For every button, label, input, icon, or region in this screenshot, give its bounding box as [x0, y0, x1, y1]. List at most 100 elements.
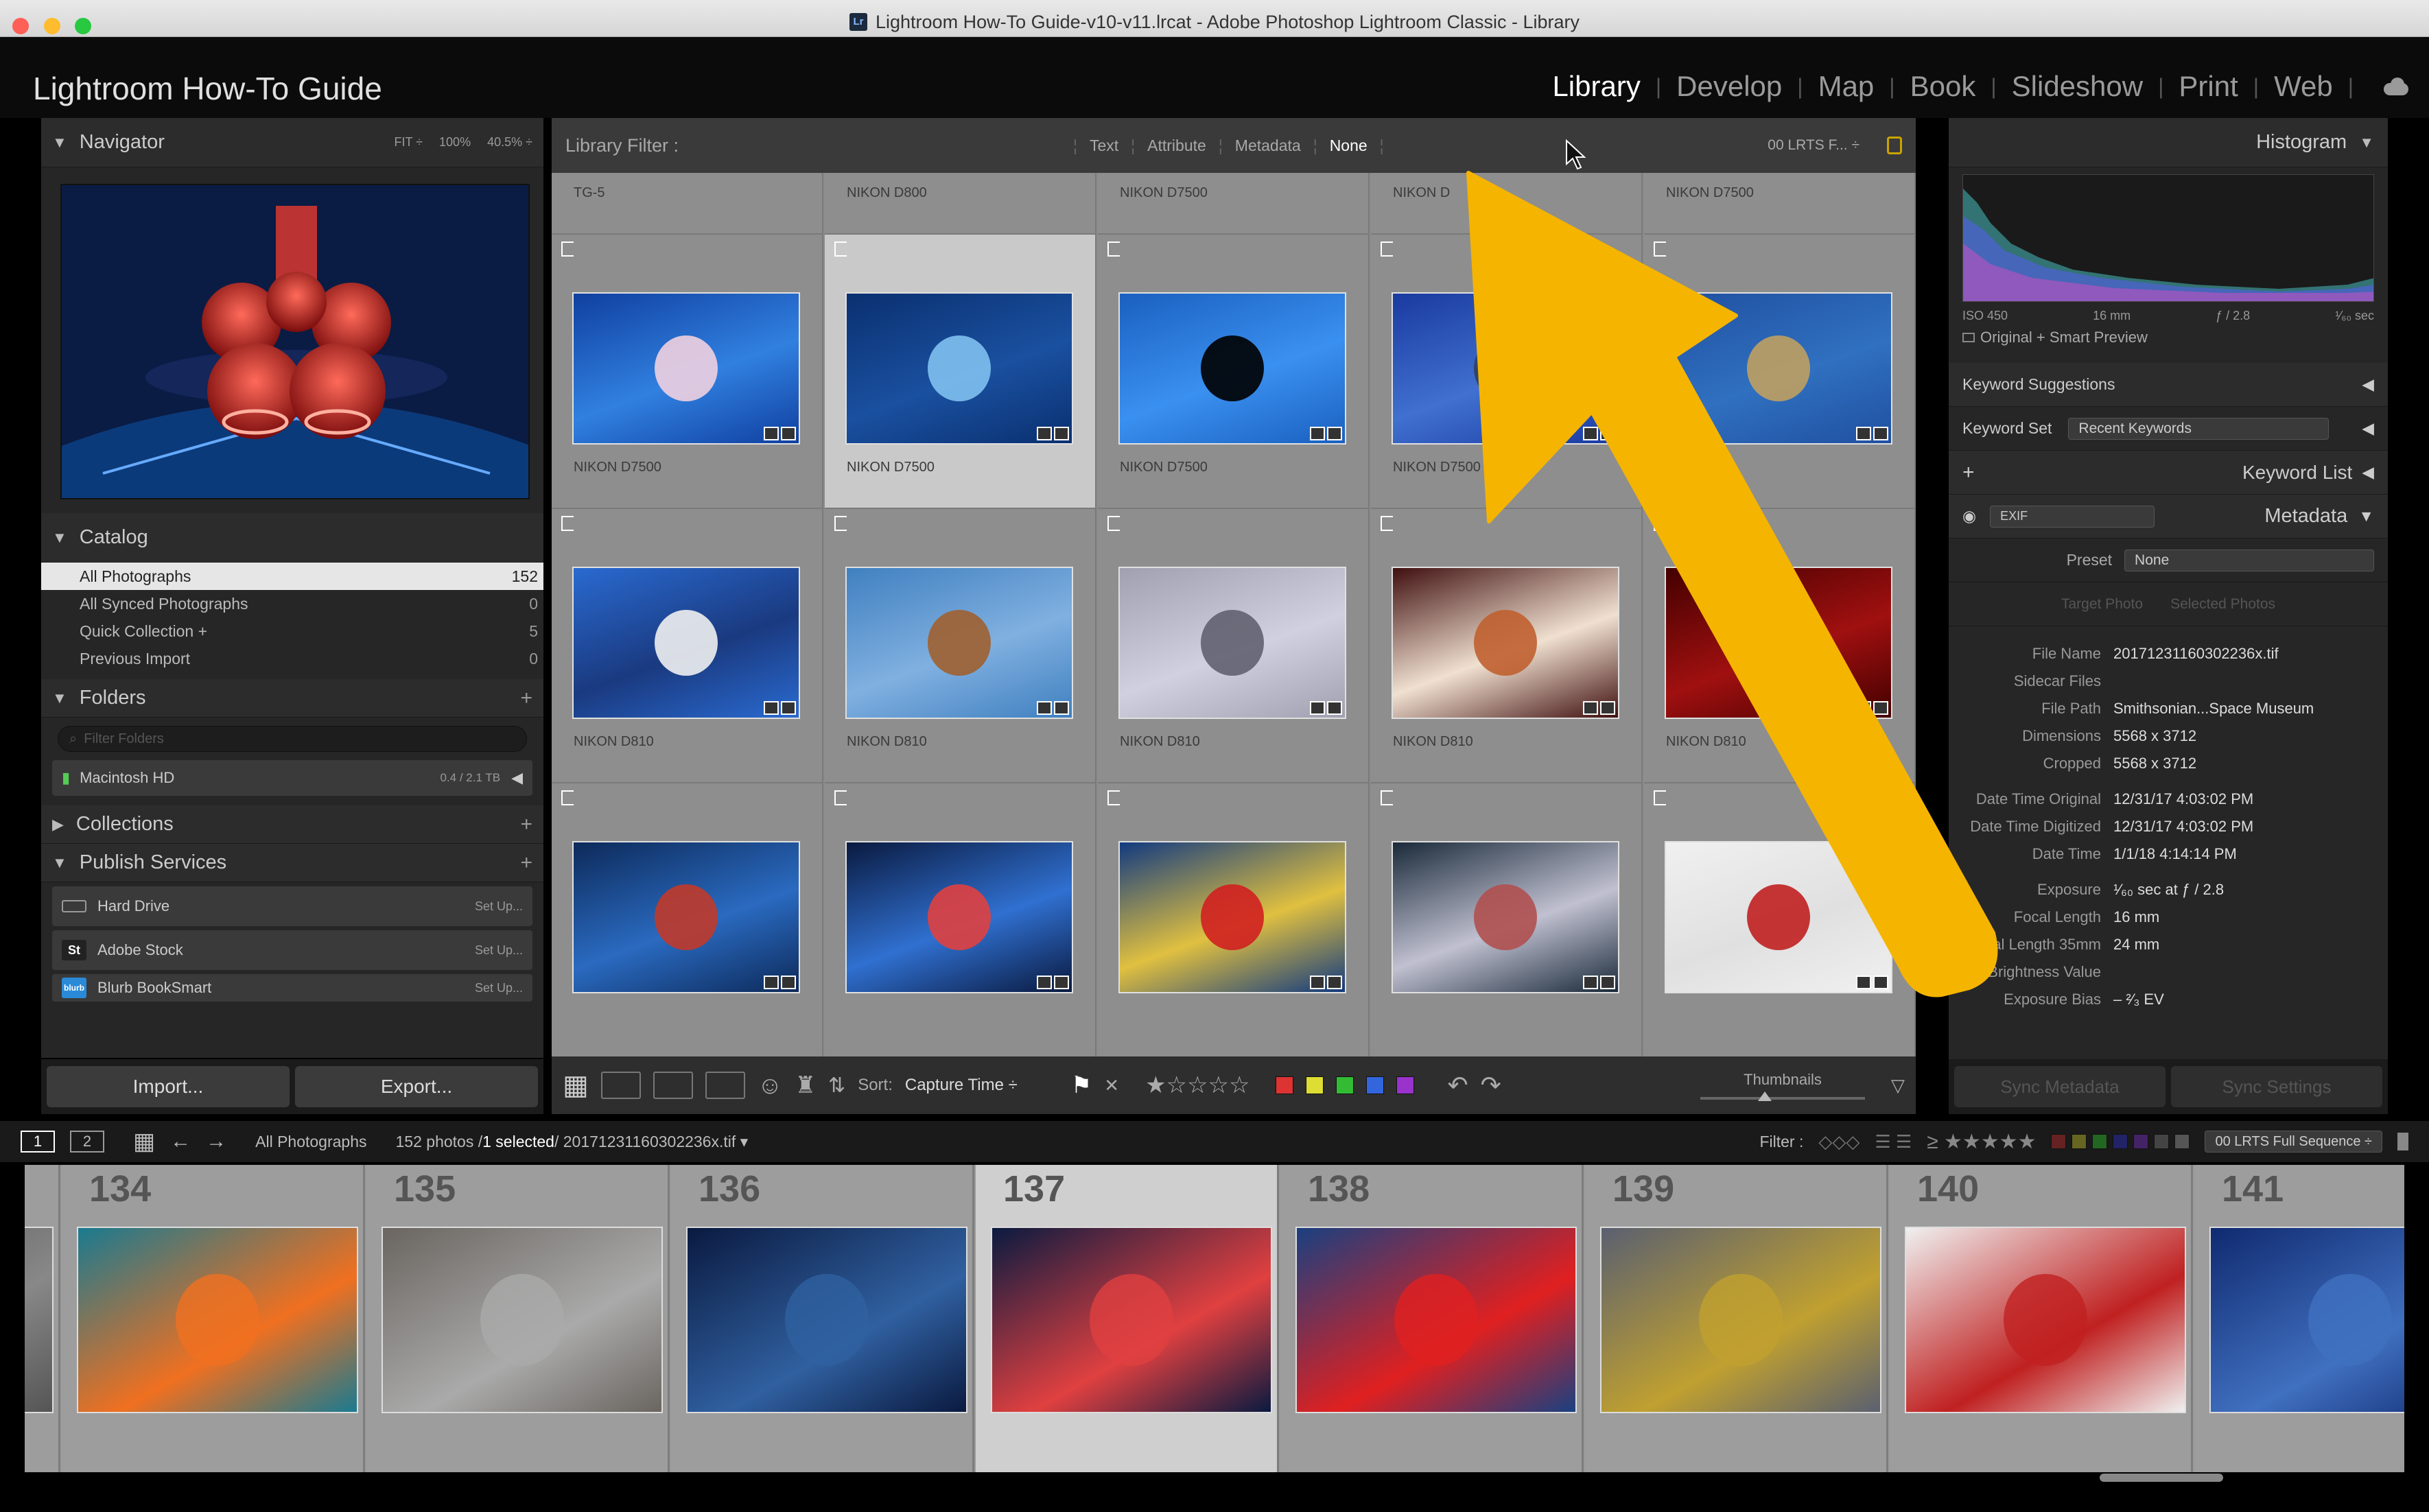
export-button[interactable]: Export...: [295, 1066, 538, 1107]
thumbnail-badges[interactable]: [1310, 427, 1342, 440]
folder-filter-input[interactable]: ⌕ Filter Folders: [58, 726, 527, 752]
histogram-header[interactable]: Histogram ▼: [1949, 118, 2388, 167]
compare-view-icon[interactable]: [653, 1072, 693, 1099]
filmstrip-cell[interactable]: 139: [1585, 1165, 1888, 1472]
filter-preset-select[interactable]: 00 LRTS F... ÷: [1768, 137, 1859, 154]
sort-direction-icon[interactable]: ⇅: [828, 1074, 845, 1098]
thumbnail-badges[interactable]: [1037, 701, 1069, 715]
flag-icon[interactable]: [561, 241, 574, 257]
filmstrip-cell[interactable]: 135: [366, 1165, 670, 1472]
filmstrip-cell[interactable]: [25, 1165, 60, 1472]
catalog-item-previous-import[interactable]: Previous Import 0: [41, 645, 543, 672]
thumbnail-badges[interactable]: [1856, 701, 1888, 715]
photo-thumbnail[interactable]: [1392, 567, 1619, 719]
thumbnail-badges[interactable]: [1856, 427, 1888, 440]
flag-icon[interactable]: [1381, 790, 1393, 805]
publish-hard-drive[interactable]: Hard Drive Set Up...: [52, 886, 532, 926]
survey-view-icon[interactable]: [705, 1072, 745, 1099]
sort-select[interactable]: Capture Time ÷: [905, 1076, 1018, 1095]
volume-macintosh-hd[interactable]: ▮ Macintosh HD 0.4 / 2.1 TB ◀: [52, 760, 532, 796]
publish-adobe-stock[interactable]: St Adobe Stock Set Up...: [52, 930, 532, 970]
people-view-icon[interactable]: ☺: [758, 1071, 783, 1100]
color-label-red[interactable]: [1276, 1076, 1294, 1094]
keyword-set-select[interactable]: Recent Keywords: [2068, 417, 2330, 440]
add-keyword-icon[interactable]: +: [1962, 461, 1975, 484]
catalog-item-all-synced[interactable]: All Synced Photographs 0: [41, 590, 543, 617]
color-label-blue[interactable]: [1366, 1076, 1385, 1094]
photo-thumbnail[interactable]: [1118, 567, 1346, 719]
photo-thumbnail[interactable]: [1665, 841, 1892, 993]
zoom-100[interactable]: 100%: [439, 135, 471, 150]
grid-cell[interactable]: NIKON D800: [825, 173, 1096, 235]
filmstrip-thumbnail[interactable]: [991, 1227, 1272, 1413]
publish-services-header[interactable]: ▼ Publish Services +: [41, 844, 543, 882]
selected-photos-toggle[interactable]: Selected Photos: [2170, 596, 2275, 613]
flag-icon[interactable]: [834, 516, 847, 531]
flag-icon[interactable]: [561, 516, 574, 531]
photo-thumbnail[interactable]: [1392, 292, 1619, 445]
thumbnail-badges[interactable]: [764, 701, 796, 715]
publish-blurb[interactable]: blurb Blurb BookSmart Set Up...: [52, 974, 532, 1002]
thumbnail-badges[interactable]: [1310, 701, 1342, 715]
zoom-window-button[interactable]: [75, 18, 92, 34]
flag-icon[interactable]: [1381, 241, 1393, 257]
filmstrip-cell[interactable]: 136: [671, 1165, 974, 1472]
add-publish-service-icon[interactable]: +: [520, 851, 532, 875]
photo-thumbnail[interactable]: [572, 841, 800, 993]
keyword-suggestions-header[interactable]: Keyword Suggestions ◀: [1949, 363, 2388, 407]
grid-cell[interactable]: NIKON D810: [1098, 509, 1370, 783]
checkbox-icon[interactable]: [1962, 333, 1975, 342]
lock-icon[interactable]: [1887, 137, 1902, 154]
flag-icon[interactable]: ⚑: [1071, 1072, 1092, 1099]
photo-thumbnail[interactable]: [845, 292, 1073, 445]
grid-cell[interactable]: [1371, 783, 1643, 1058]
collections-header[interactable]: ▶ Collections +: [41, 805, 543, 844]
import-button[interactable]: Import...: [47, 1066, 290, 1107]
flag-icon[interactable]: [1107, 516, 1120, 531]
filmstrip-cell[interactable]: 134: [62, 1165, 365, 1472]
flag-icon[interactable]: [1107, 790, 1120, 805]
module-develop[interactable]: Develop: [1675, 70, 1783, 103]
flag-icon[interactable]: [1654, 241, 1666, 257]
filmstrip-status[interactable]: 152 photos /1 selected/ 2017123116030223…: [396, 1133, 749, 1151]
grid-cell[interactable]: D7500: [1644, 235, 1916, 509]
navigator-preview[interactable]: [60, 184, 530, 499]
thumbnail-size-slider[interactable]: [1700, 1091, 1865, 1101]
grid-cell[interactable]: NIKON D810: [552, 509, 823, 783]
grid-cell[interactable]: NIKON D810: [825, 509, 1096, 783]
grid-cell[interactable]: NIKON D7500: [1371, 235, 1643, 509]
catalog-item-quick-collection[interactable]: Quick Collection +5: [41, 617, 543, 645]
target-photo-toggle[interactable]: Target Photo: [2061, 596, 2143, 613]
photo-thumbnail[interactable]: [1665, 292, 1892, 445]
thumbnail-badges[interactable]: [1583, 701, 1615, 715]
filmstrip-thumbnail[interactable]: [382, 1227, 663, 1413]
catalog-item-all-photographs[interactable]: All Photographs 152: [41, 563, 543, 590]
grid-cell[interactable]: NIKON D7500: [1098, 173, 1370, 235]
forward-arrow-icon[interactable]: →: [206, 1130, 226, 1153]
filter-flags-icon[interactable]: ◇◇◇: [1818, 1131, 1859, 1153]
filmstrip-thumbnail[interactable]: [1905, 1227, 2186, 1413]
photo-thumbnail[interactable]: [845, 841, 1073, 993]
photo-thumbnail[interactable]: [572, 292, 800, 445]
flag-icon[interactable]: [834, 241, 847, 257]
secondary-window-button[interactable]: 2: [70, 1131, 104, 1153]
grid-cell[interactable]: [1098, 783, 1370, 1058]
photo-thumbnail[interactable]: [1392, 841, 1619, 993]
module-web[interactable]: Web: [2273, 70, 2334, 103]
add-collection-icon[interactable]: +: [520, 813, 532, 836]
grid-cell[interactable]: TG-5: [552, 173, 823, 235]
flag-icon[interactable]: [1654, 516, 1666, 531]
navigator-header[interactable]: ▼ Navigator FIT ÷ 100% 40.5% ÷: [41, 118, 543, 167]
flag-icon[interactable]: [1107, 241, 1120, 257]
rotate-left-icon[interactable]: ↶: [1447, 1071, 1468, 1100]
toolbar-menu-icon[interactable]: ▽: [1891, 1075, 1905, 1096]
module-book[interactable]: Book: [1909, 70, 1978, 103]
thumbnail-badges[interactable]: [1583, 976, 1615, 989]
filmstrip-scrollbar[interactable]: [2100, 1474, 2223, 1482]
grid-cell[interactable]: [825, 783, 1096, 1058]
metadata-view-select[interactable]: EXIF: [1990, 505, 2155, 528]
thumbnail-badges[interactable]: [764, 427, 796, 440]
filter-attribute[interactable]: Attribute: [1147, 137, 1206, 155]
grid-cell[interactable]: NIKON D810: [1371, 509, 1643, 783]
filter-switch-icon[interactable]: [2397, 1133, 2408, 1150]
